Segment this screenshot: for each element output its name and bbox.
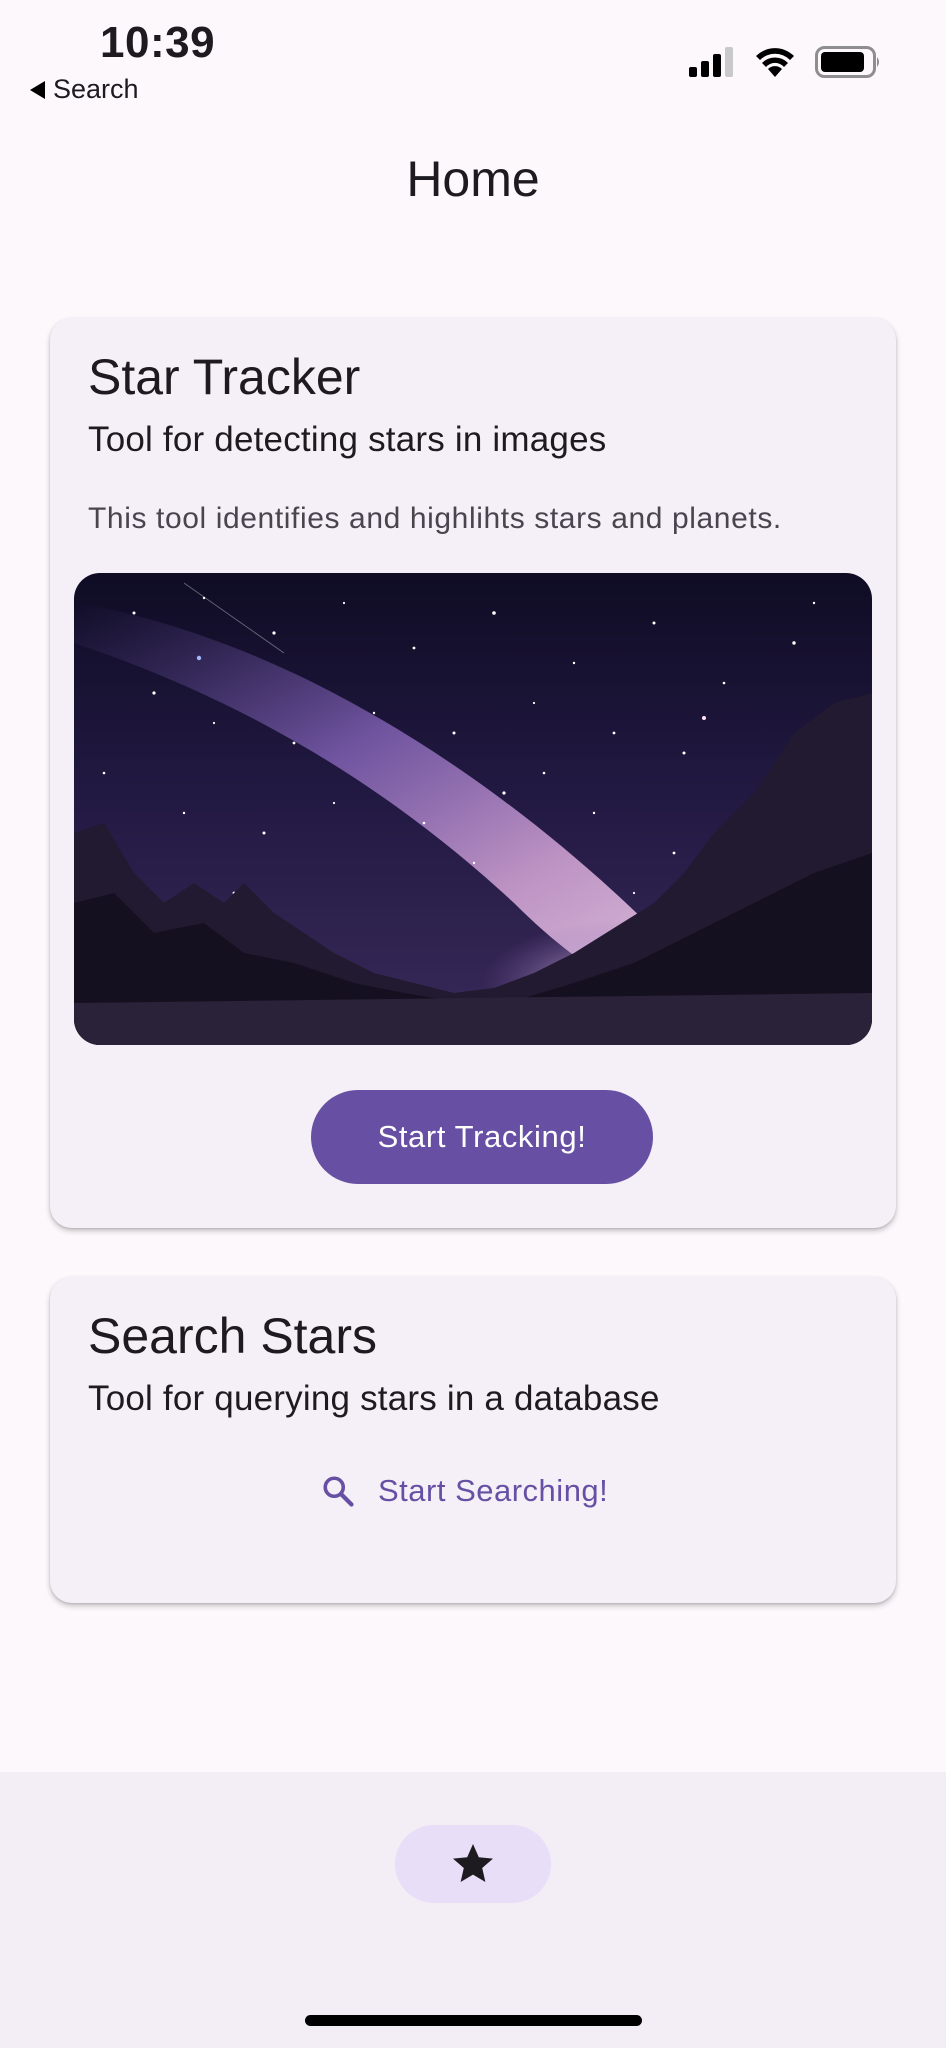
search-stars-card: Search Stars Tool for querying stars in … (50, 1277, 896, 1603)
back-arrow-icon (30, 80, 45, 99)
card-title: Star Tracker (88, 349, 361, 405)
home-indicator[interactable] (305, 2015, 642, 2026)
wifi-icon (756, 48, 794, 77)
bottom-navigation-bar (0, 1772, 946, 2048)
status-icons (689, 46, 881, 78)
star-icon (453, 1844, 493, 1882)
milky-way-image (74, 573, 872, 1045)
nav-item-star[interactable] (395, 1825, 551, 1903)
card-subtitle: Tool for querying stars in a database (88, 1379, 660, 1418)
back-to-search-link[interactable]: Search (30, 74, 139, 105)
card-subtitle: Tool for detecting stars in images (88, 420, 607, 459)
app-bar: Home (0, 150, 946, 208)
page-title: Home (406, 151, 540, 207)
start-searching-button[interactable]: Start Searching! (320, 1461, 608, 1521)
status-time: 10:39 (100, 18, 216, 67)
search-icon (323, 1476, 354, 1507)
battery-icon (815, 46, 879, 78)
status-bar: 10:39 Search (0, 0, 946, 110)
back-link-label: Search (53, 74, 139, 104)
card-description: This tool identifies and highlihts stars… (88, 502, 782, 535)
card-title: Search Stars (88, 1308, 378, 1364)
start-tracking-button[interactable]: Start Tracking! (311, 1090, 653, 1184)
star-tracker-card: Star Tracker Tool for detecting stars in… (50, 318, 896, 1228)
start-searching-label: Start Searching! (378, 1473, 609, 1508)
signal-icon (689, 47, 733, 77)
